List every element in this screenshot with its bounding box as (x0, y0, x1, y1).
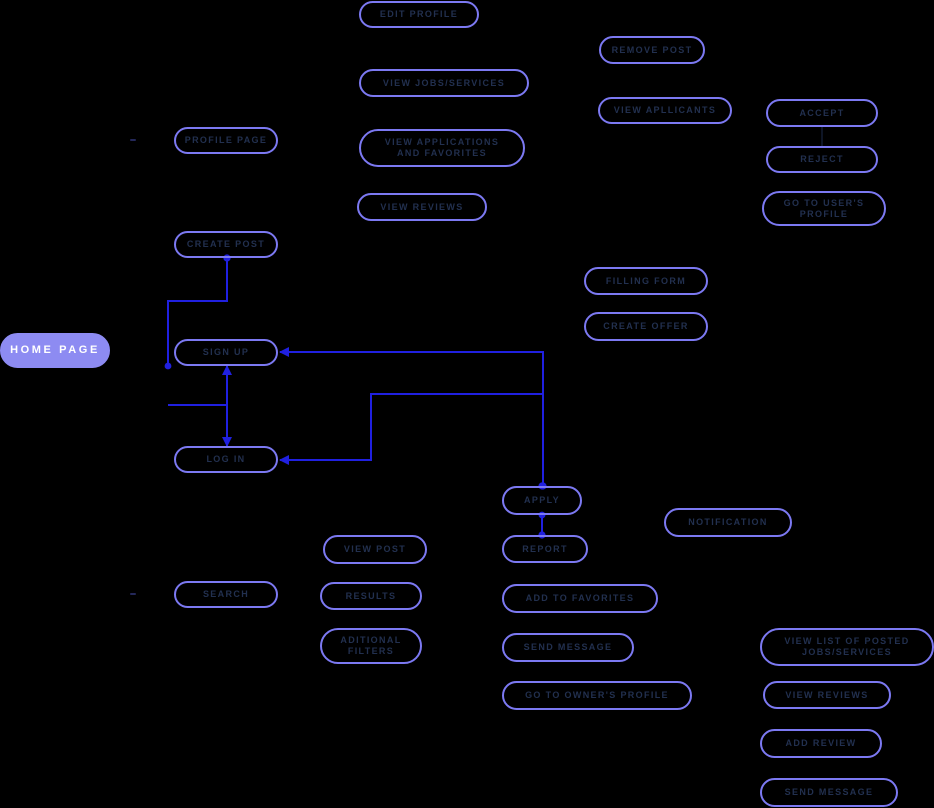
node-go_to_owners_profile[interactable]: GO TO OWNER'S PROFILE (502, 681, 692, 710)
node-view_applicants[interactable]: VIEW APLLICANTS (598, 97, 732, 124)
node-view_list_posted[interactable]: VIEW LIST OF POSTED JOBS/SERVICES (760, 628, 934, 666)
node-home_page[interactable]: HOME PAGE (0, 333, 110, 368)
node-create_post[interactable]: CREATE POST (174, 231, 278, 258)
node-go_to_users_profile[interactable]: GO TO USER'S PROFILE (762, 191, 886, 226)
node-view_reviews_1[interactable]: VIEW REVIEWS (357, 193, 487, 221)
node-reject[interactable]: REJECT (766, 146, 878, 173)
node-view_applications[interactable]: VIEW APPLICATIONS AND FAVORITES (359, 129, 525, 167)
node-view_reviews_2[interactable]: VIEW REVIEWS (763, 681, 891, 709)
edge-apply-to-signup (279, 347, 544, 486)
node-create_offer[interactable]: CREATE OFFER (584, 312, 708, 341)
node-notification[interactable]: NOTIFICATION (664, 508, 792, 537)
node-send_message_1[interactable]: SEND MESSAGE (502, 633, 634, 662)
node-edit_profile[interactable]: EDIT PROFILE (359, 1, 479, 28)
node-search[interactable]: SEARCH (174, 581, 278, 608)
node-aditional_filters[interactable]: ADITIONAL FILTERS (320, 628, 422, 664)
node-filling_form[interactable]: FILLING FORM (584, 267, 708, 295)
node-add_to_favorites[interactable]: ADD TO FAVORITES (502, 584, 658, 613)
node-add_review[interactable]: ADD REVIEW (760, 729, 882, 758)
node-view_post[interactable]: VIEW POST (323, 535, 427, 564)
node-send_message_2[interactable]: SEND MESSAGE (760, 778, 898, 807)
node-sign_up[interactable]: SIGN UP (174, 339, 278, 366)
node-apply[interactable]: APPLY (502, 486, 582, 515)
stub-search (130, 593, 136, 595)
node-profile_page[interactable]: PROFILE PAGE (174, 127, 278, 154)
node-accept[interactable]: ACCEPT (766, 99, 878, 127)
stub-profile-page (130, 139, 136, 141)
flow-diagram-canvas: HOME PAGE PROFILE PAGE CREATE POST SIGN UP L… (0, 0, 934, 808)
node-results[interactable]: RESULTS (320, 582, 422, 610)
node-view_jobs[interactable]: VIEW JOBS/SERVICES (359, 69, 529, 97)
node-log_in[interactable]: LOG IN (174, 446, 278, 473)
node-report[interactable]: REPORT (502, 535, 588, 563)
edge-apply-to-login (279, 393, 543, 465)
node-remove_post[interactable]: REMOVE POST (599, 36, 705, 64)
